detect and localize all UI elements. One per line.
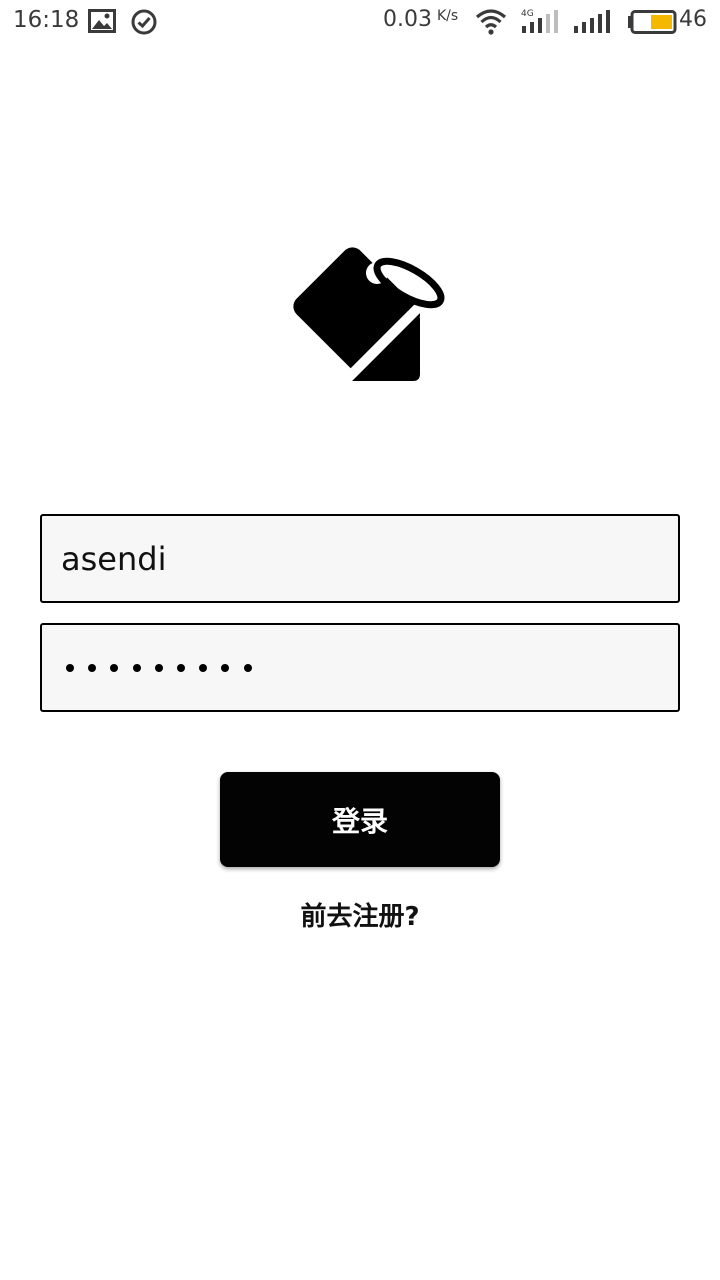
password-mask-dot (132, 663, 141, 672)
password-mask-dot (176, 663, 185, 672)
register-link[interactable]: 前去注册? (0, 896, 720, 933)
password-input[interactable] (66, 625, 266, 710)
login-button[interactable]: 登录 (220, 772, 500, 867)
password-mask-dot (243, 663, 252, 672)
check-circle-icon (131, 9, 157, 39)
svg-text:4G: 4G (521, 9, 534, 19)
password-mask-dot (199, 663, 208, 672)
battery-level: 46 (679, 7, 707, 32)
network-speed-unit: K/s (437, 8, 459, 24)
battery-icon (627, 10, 677, 38)
password-mask-dot (110, 663, 119, 672)
username-input[interactable] (42, 516, 678, 601)
status-bar: 16:18 0.03 K/s 4G 46 (0, 0, 720, 44)
network-speed: 0.03 (383, 7, 432, 32)
password-mask-dot (154, 663, 163, 672)
password-mask-dot (88, 663, 97, 672)
status-time: 16:18 (13, 7, 80, 33)
cell-signal-icon (572, 8, 612, 40)
tag-icon (272, 240, 448, 390)
password-field-container (40, 623, 680, 712)
image-icon (88, 9, 116, 37)
password-mask-dot (66, 663, 74, 672)
cell-signal-4g-icon: 4G (520, 8, 560, 40)
wifi-icon (475, 8, 507, 40)
password-mask-dot (221, 663, 230, 672)
username-field-container (40, 514, 680, 603)
